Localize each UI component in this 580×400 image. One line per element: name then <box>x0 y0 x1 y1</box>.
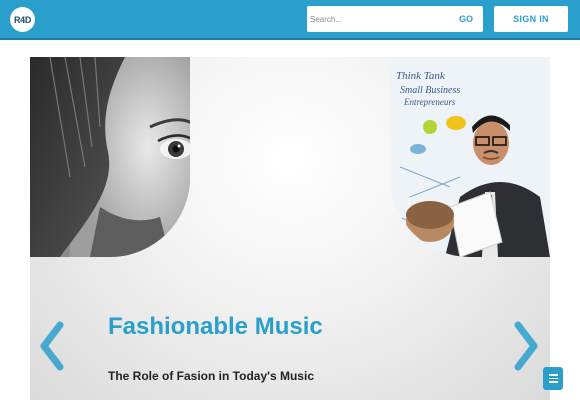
search-go-button[interactable]: GO <box>452 6 480 32</box>
carousel-prev-button[interactable] <box>36 319 70 373</box>
chevron-left-icon <box>40 321 64 371</box>
hamburger-menu-icon <box>548 374 558 376</box>
hero-carousel: Think Tank Small Business Entrepreneurs … <box>30 57 550 400</box>
woman-face-image <box>30 57 190 257</box>
svg-text:Entrepreneurs: Entrepreneurs <box>403 97 456 107</box>
chevron-right-icon <box>514 321 538 371</box>
carousel-next-button[interactable] <box>508 319 542 373</box>
slide-photo-woman <box>30 57 190 257</box>
slide-title: Fashionable Music <box>108 313 323 340</box>
presenter-image: Think Tank Small Business Entrepreneurs <box>390 57 550 257</box>
top-navigation-bar: R4D GO SIGN IN <box>0 0 580 40</box>
slide-photo-presenter: Think Tank Small Business Entrepreneurs <box>390 57 550 257</box>
logo[interactable]: R4D <box>10 7 35 32</box>
svg-text:Think Tank: Think Tank <box>396 70 446 82</box>
search-box: GO <box>307 6 483 32</box>
search-input[interactable] <box>307 6 447 32</box>
menu-button[interactable] <box>543 367 563 390</box>
slide-subtitle: The Role of Fasion in Today's Music <box>108 369 314 383</box>
svg-text:Small Business: Small Business <box>400 85 460 96</box>
sign-in-button[interactable]: SIGN IN <box>494 6 568 32</box>
